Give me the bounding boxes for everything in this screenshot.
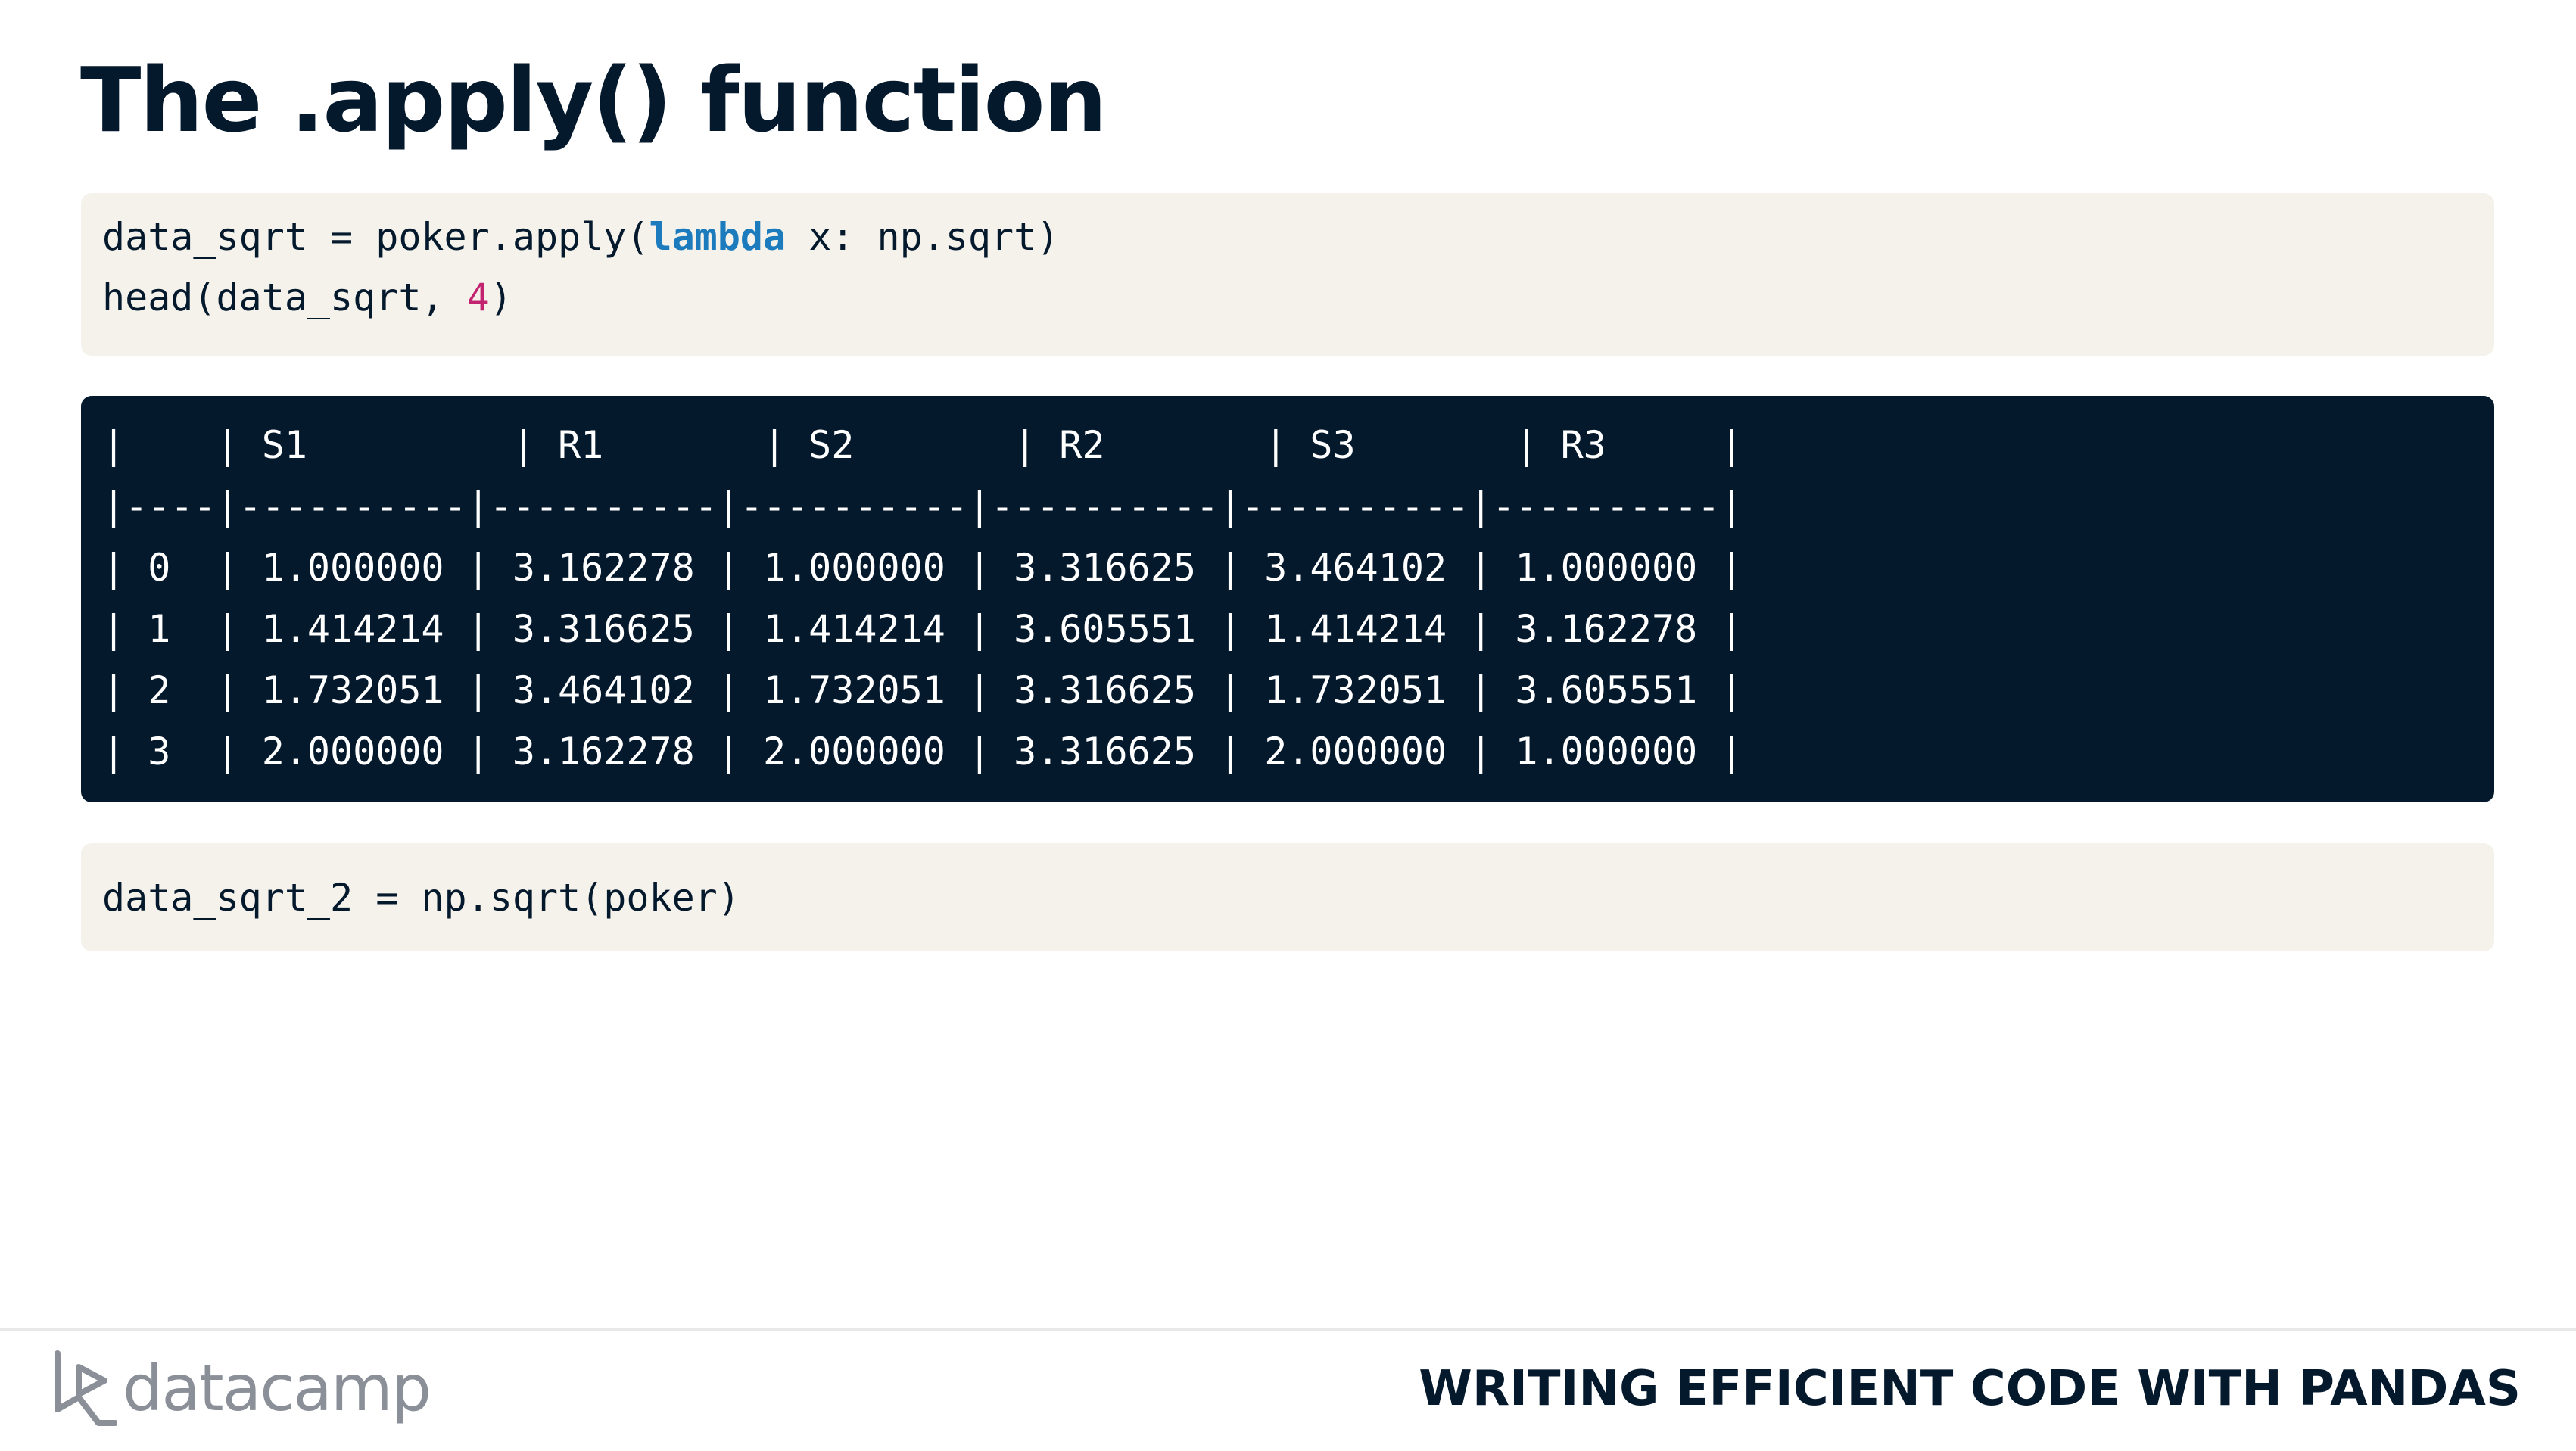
code-line-1: data_sqrt_2 = np.sqrt(poker) xyxy=(102,876,740,920)
code-text: data_sqrt = poker.apply( xyxy=(102,215,649,259)
slide: The .apply() function data_sqrt = poker.… xyxy=(0,0,2576,1451)
datacamp-logo-icon xyxy=(55,1350,117,1426)
output-row: | 0 | 1.000000 | 3.162278 | 1.000000 | 3… xyxy=(102,546,1743,590)
output-block: | | S1 | R1 | S2 | R2 | S3 | R3 | |----|… xyxy=(81,396,2494,802)
output-header-row: | | S1 | R1 | S2 | R2 | S3 | R3 | xyxy=(102,423,1743,467)
course-title: WRITING EFFICIENT CODE WITH PANDAS xyxy=(1419,1361,2521,1417)
output-row: | 1 | 1.414214 | 3.316625 | 1.414214 | 3… xyxy=(102,607,1743,651)
output-row: | 3 | 2.000000 | 3.162278 | 2.000000 | 3… xyxy=(102,730,1743,774)
logo-wordmark: datacamp xyxy=(123,1351,431,1425)
code-text: ) xyxy=(489,276,512,319)
code-line-1: data_sqrt = poker.apply(lambda x: np.sqr… xyxy=(102,207,1059,267)
datacamp-logo: datacamp xyxy=(51,1350,431,1426)
code-block-np-sqrt: data_sqrt_2 = np.sqrt(poker) xyxy=(81,843,2494,951)
output-row: | 2 | 1.732051 | 3.464102 | 1.732051 | 3… xyxy=(102,668,1743,712)
output-separator-row: |----|----------|----------|----------|-… xyxy=(102,484,1743,528)
slide-title: The .apply() function xyxy=(80,48,1107,152)
code-block-apply: data_sqrt = poker.apply(lambda x: np.sqr… xyxy=(81,193,2494,356)
code-keyword: lambda xyxy=(649,215,787,259)
code-number: 4 xyxy=(466,276,490,319)
footer-divider xyxy=(0,1328,2576,1331)
code-text: x: np.sqrt) xyxy=(786,215,1060,259)
code-text: head(data_sqrt, xyxy=(102,276,467,319)
code-line-2: head(data_sqrt, 4) xyxy=(102,267,512,328)
